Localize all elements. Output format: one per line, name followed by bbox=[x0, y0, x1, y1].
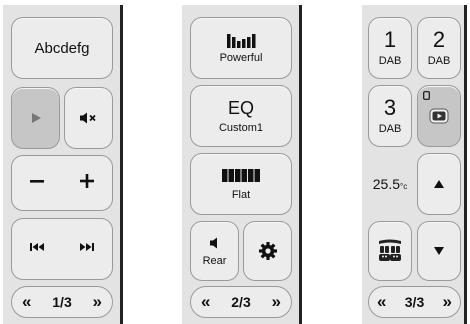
temperature-display: 25.5 °c bbox=[368, 153, 412, 215]
page-next-button[interactable]: » bbox=[443, 292, 452, 312]
page-indicator: « 2/3 » bbox=[190, 286, 292, 318]
temperature-unit: °c bbox=[400, 181, 408, 191]
page-number: 2/3 bbox=[231, 294, 251, 310]
plus-icon bbox=[80, 173, 94, 188]
flat-preset-button[interactable]: Flat bbox=[190, 153, 292, 215]
eq-preset-label: Custom1 bbox=[218, 122, 264, 134]
arrow-up-icon bbox=[434, 180, 444, 188]
mute-icon bbox=[79, 112, 96, 124]
equalizer-powerful-icon bbox=[226, 34, 256, 48]
seat-heater-icon bbox=[379, 239, 401, 261]
preset-band: DAB bbox=[378, 123, 402, 135]
equalizer-flat-icon bbox=[222, 168, 260, 182]
preset-number: 2 bbox=[432, 27, 446, 52]
play-icon bbox=[31, 113, 41, 123]
preset-band: DAB bbox=[378, 55, 402, 67]
speaker-icon bbox=[209, 237, 217, 248]
control-panel-1: Abcdefg « 1/3 » bbox=[3, 5, 123, 324]
skip-previous-icon bbox=[30, 243, 44, 251]
volume-down-button[interactable] bbox=[22, 166, 52, 201]
previous-track-button[interactable] bbox=[23, 234, 51, 264]
play-button[interactable] bbox=[11, 87, 60, 149]
page-prev-button[interactable]: « bbox=[377, 292, 386, 312]
page-number: 3/3 bbox=[404, 294, 425, 310]
preset-3-button[interactable]: 3 DAB bbox=[368, 85, 412, 147]
phone-icon bbox=[423, 91, 430, 100]
flat-label: Flat bbox=[231, 188, 251, 201]
page-next-button[interactable]: » bbox=[93, 292, 102, 312]
powerful-label: Powerful bbox=[219, 52, 263, 64]
volume-control bbox=[11, 155, 113, 211]
next-track-button[interactable] bbox=[73, 234, 101, 264]
control-panel-3: 1 DAB 2 DAB 3 DAB 25.5 °c « 3/3 » bbox=[362, 5, 467, 324]
preset-1-button[interactable]: 1 DAB bbox=[368, 17, 412, 79]
track-control bbox=[11, 218, 113, 280]
control-panel-2: Powerful EQ Custom1 Flat Rear « 2/3 » bbox=[182, 5, 302, 324]
temperature-value: 25.5 bbox=[372, 176, 401, 192]
preset-band: DAB bbox=[427, 55, 451, 67]
page-indicator: « 1/3 » bbox=[11, 286, 113, 318]
seat-heater-button[interactable] bbox=[368, 221, 412, 281]
page-number: 1/3 bbox=[52, 294, 72, 310]
temperature-up-button[interactable] bbox=[417, 153, 461, 215]
preset-number: 3 bbox=[383, 95, 397, 120]
minus-icon bbox=[30, 179, 44, 183]
powerful-preset-button[interactable]: Powerful bbox=[190, 17, 292, 79]
page-prev-button[interactable]: « bbox=[22, 292, 31, 312]
preset-2-button[interactable]: 2 DAB bbox=[417, 17, 461, 79]
preset-number: 1 bbox=[383, 27, 397, 52]
eq-button[interactable]: EQ Custom1 bbox=[190, 85, 292, 147]
temperature-down-button[interactable] bbox=[417, 221, 461, 281]
arrow-down-icon bbox=[434, 247, 444, 255]
source-button-label: Abcdefg bbox=[34, 39, 90, 57]
skip-next-icon bbox=[80, 243, 94, 251]
mute-button[interactable] bbox=[64, 87, 113, 149]
volume-up-button[interactable] bbox=[72, 166, 102, 201]
rear-speaker-button[interactable]: Rear bbox=[190, 221, 239, 281]
rear-label: Rear bbox=[202, 254, 227, 267]
youtube-icon bbox=[429, 108, 449, 124]
page-prev-button[interactable]: « bbox=[201, 292, 210, 312]
settings-button[interactable] bbox=[243, 221, 292, 281]
video-app-button[interactable] bbox=[417, 85, 461, 147]
page-next-button[interactable]: » bbox=[272, 292, 281, 312]
eq-title: EQ bbox=[227, 98, 254, 118]
gear-icon bbox=[258, 242, 277, 260]
page-indicator: « 3/3 » bbox=[368, 286, 461, 318]
source-button[interactable]: Abcdefg bbox=[11, 17, 113, 79]
